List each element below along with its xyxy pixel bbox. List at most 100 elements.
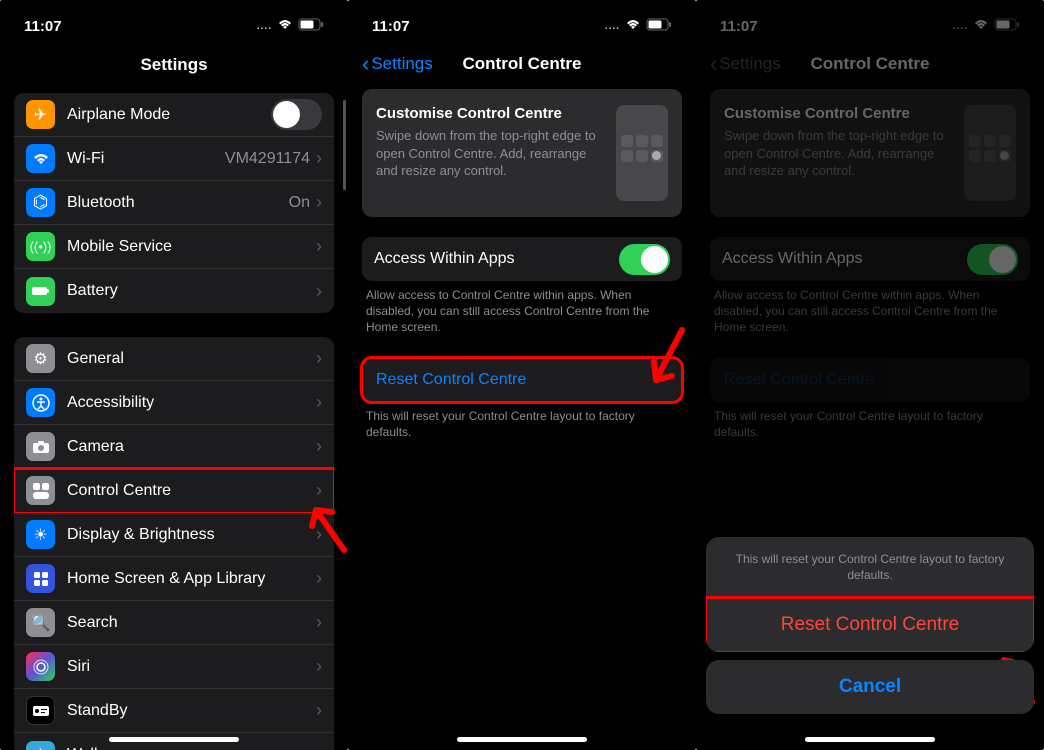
status-bar: 11:07 .... [348, 0, 696, 45]
access-section: Access Within Apps [362, 237, 682, 281]
camera-icon [26, 432, 55, 461]
cancel-button[interactable]: Cancel [706, 660, 1034, 714]
display-row[interactable]: ☀ Display & Brightness › [14, 513, 334, 557]
chevron-icon: › [316, 568, 322, 589]
clock: 11:07 [372, 18, 410, 35]
chevron-icon: › [316, 281, 322, 302]
chevron-icon: › [316, 656, 322, 677]
page-title: Control Centre [811, 54, 930, 74]
status-bar: 11:07 .... [0, 0, 348, 45]
airplane-mode-row[interactable]: ✈ Airplane Mode [14, 93, 334, 137]
battery-icon [646, 18, 672, 35]
antenna-icon: ((•)) [26, 232, 55, 261]
home-indicator[interactable] [109, 737, 239, 742]
customise-banner: Customise Control Centre Swipe down from… [710, 89, 1030, 217]
nav-header: ‹ Settings Control Centre [348, 45, 696, 89]
apps-icon [26, 564, 55, 593]
wifi-icon [973, 18, 989, 35]
standby-row[interactable]: StandBy › [14, 689, 334, 733]
gear-icon: ⚙ [26, 344, 55, 373]
banner-title: Customise Control Centre [724, 105, 952, 122]
chevron-icon: › [316, 745, 322, 750]
access-toggle [967, 244, 1018, 275]
wifi-icon [625, 18, 641, 35]
phone-illustration [616, 105, 668, 201]
bluetooth-value: On [289, 194, 310, 212]
home-indicator[interactable] [457, 737, 587, 742]
back-button[interactable]: ‹ Settings [362, 53, 433, 75]
reset-footer: This will reset your Control Centre layo… [696, 402, 1044, 440]
wifi-row[interactable]: Wi-Fi VM4291174 › [14, 137, 334, 181]
clock: 11:07 [720, 18, 758, 35]
chevron-icon: › [316, 148, 322, 169]
accessibility-icon [26, 388, 55, 417]
chevron-icon: › [316, 192, 322, 213]
access-within-apps-row[interactable]: Access Within Apps [362, 237, 682, 281]
mobile-label: Mobile Service [67, 238, 316, 256]
action-sheet: This will reset your Control Centre layo… [696, 537, 1044, 750]
access-toggle[interactable] [619, 244, 670, 275]
phone-illustration [964, 105, 1016, 201]
access-footer: Allow access to Control Centre within ap… [696, 281, 1044, 336]
back-button[interactable]: ‹ Settings [710, 53, 781, 75]
siri-row[interactable]: Siri › [14, 645, 334, 689]
clock: 11:07 [24, 18, 62, 35]
settings-group-1: ✈ Airplane Mode Wi-Fi VM4291174 › ⌬ Blue… [14, 93, 334, 313]
airplane-toggle[interactable] [271, 99, 322, 130]
banner-desc: Swipe down from the top-right edge to op… [724, 127, 952, 180]
battery-label: Battery [67, 282, 316, 300]
reset-confirm-button[interactable]: Reset Control Centre [706, 598, 1034, 652]
chevron-icon: › [316, 700, 322, 721]
bluetooth-icon: ⌬ [26, 188, 55, 217]
annotation-arrow [644, 320, 694, 400]
chevron-icon: › [316, 236, 322, 257]
control-centre-icon [26, 476, 55, 505]
control-centre-row[interactable]: Control Centre › [14, 469, 334, 513]
wallpaper-icon: ❄ [26, 741, 55, 750]
status-icons: .... [257, 18, 324, 35]
wifi-label: Wi-Fi [67, 150, 225, 168]
access-within-apps-row: Access Within Apps [710, 237, 1030, 281]
settings-group-2: ⚙ General › Accessibility › Camera › Con… [14, 337, 334, 750]
annotation-arrow [304, 490, 348, 560]
reset-section: Reset Control Centre [362, 358, 682, 402]
chevron-back-icon: ‹ [710, 53, 717, 75]
accessibility-row[interactable]: Accessibility › [14, 381, 334, 425]
customise-banner[interactable]: Customise Control Centre Swipe down from… [362, 89, 682, 217]
page-title: Settings [0, 45, 348, 93]
battery-icon [26, 277, 55, 306]
chevron-back-icon: ‹ [362, 53, 369, 75]
scrollbar[interactable] [343, 100, 346, 190]
mobile-service-row[interactable]: ((•)) Mobile Service › [14, 225, 334, 269]
chevron-icon: › [316, 612, 322, 633]
wifi-value: VM4291174 [225, 150, 310, 168]
chevron-icon: › [316, 348, 322, 369]
reset-control-centre-button[interactable]: Reset Control Centre [362, 358, 682, 402]
airplane-icon: ✈ [26, 100, 55, 129]
bluetooth-row[interactable]: ⌬ Bluetooth On › [14, 181, 334, 225]
page-title: Control Centre [463, 54, 582, 74]
search-row[interactable]: 🔍 Search › [14, 601, 334, 645]
siri-icon [26, 652, 55, 681]
reset-section: Reset Control Centre [710, 358, 1030, 402]
wifi-icon [26, 144, 55, 173]
screenshot-1: 11:07 .... Settings ✈ Airplane Mode Wi-F… [0, 0, 348, 750]
status-icons: .... [953, 18, 1020, 35]
access-section: Access Within Apps [710, 237, 1030, 281]
status-bar: 11:07 .... [696, 0, 1044, 45]
chevron-icon: › [316, 392, 322, 413]
reset-control-centre-button: Reset Control Centre [710, 358, 1030, 402]
nav-header: ‹ Settings Control Centre [696, 45, 1044, 89]
reset-footer: This will reset your Control Centre layo… [348, 402, 696, 440]
general-row[interactable]: ⚙ General › [14, 337, 334, 381]
status-icons: .... [605, 18, 672, 35]
brightness-icon: ☀ [26, 520, 55, 549]
battery-row[interactable]: Battery › [14, 269, 334, 313]
home-screen-row[interactable]: Home Screen & App Library › [14, 557, 334, 601]
search-icon: 🔍 [26, 608, 55, 637]
banner-title: Customise Control Centre [376, 105, 604, 122]
banner-desc: Swipe down from the top-right edge to op… [376, 127, 604, 180]
camera-row[interactable]: Camera › [14, 425, 334, 469]
screenshot-3: 11:07 .... ‹ Settings Control Centre Cus… [696, 0, 1044, 750]
battery-icon [298, 18, 324, 35]
